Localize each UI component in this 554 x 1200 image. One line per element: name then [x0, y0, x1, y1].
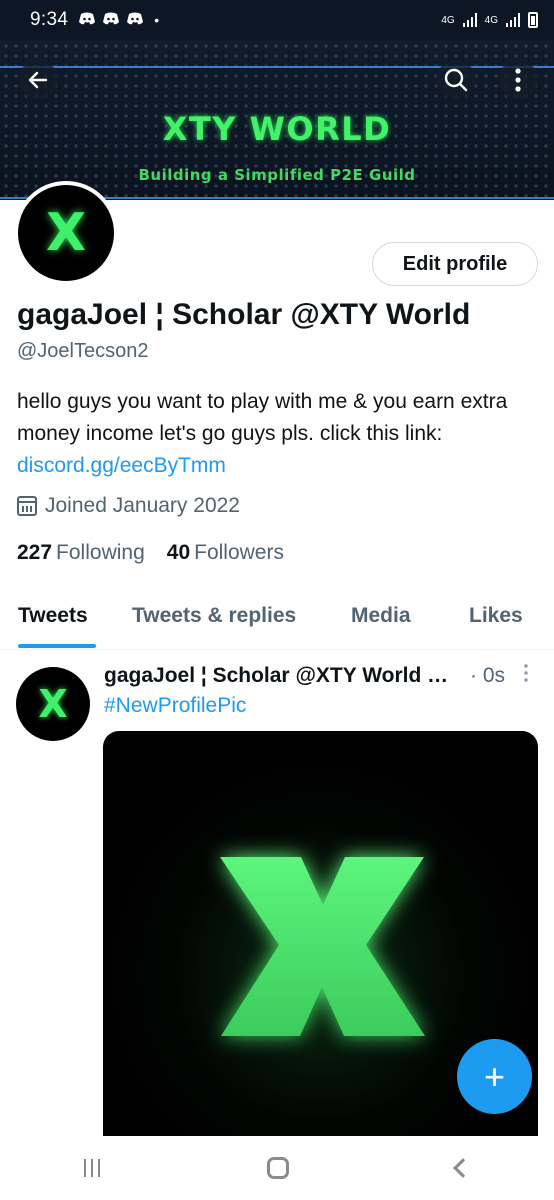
status-bar: 9:34 • 4G 4G: [0, 0, 554, 40]
home-icon[interactable]: [266, 1157, 289, 1179]
signal-icon: [506, 13, 520, 27]
avatar-letter: X: [45, 203, 87, 263]
back-arrow-icon: [28, 71, 48, 89]
tab-media[interactable]: Media: [351, 604, 411, 628]
followers-link[interactable]: 40 Followers: [167, 541, 284, 565]
notification-dot: •: [154, 12, 160, 28]
following-link[interactable]: 227 Following: [17, 541, 145, 565]
profile-avatar[interactable]: X: [14, 181, 118, 285]
joined-date: Joined January 2022: [17, 494, 240, 518]
followers-count: 40: [166, 541, 191, 564]
calendar-icon: [17, 496, 37, 516]
notification-icons: [78, 12, 144, 29]
edit-profile-button[interactable]: Edit profile: [372, 242, 538, 286]
joined-text: Joined January 2022: [45, 494, 240, 517]
tab-tweets-replies[interactable]: Tweets & replies: [132, 604, 296, 628]
username-handle: @JoelTecson2: [17, 340, 149, 362]
tweet-more-button[interactable]: [520, 664, 532, 682]
discord-icon: [102, 12, 120, 29]
search-button[interactable]: [436, 60, 476, 100]
tweet-avatar[interactable]: X: [16, 667, 90, 741]
profile-banner[interactable]: XTY WORLD Building a Simplified P2E Guil…: [0, 40, 554, 200]
more-options-button[interactable]: [498, 60, 538, 100]
network-label: 4G: [484, 14, 498, 26]
plus-icon: +: [483, 1055, 506, 1097]
profile-screen: 9:34 • 4G 4G XTY WORLD Building a Simpli…: [0, 0, 554, 1200]
tweet-author[interactable]: gagaJoel ¦ Scholar @XTY World …: [104, 664, 448, 688]
network-label: 4G: [441, 14, 455, 26]
avatar-letter: X: [38, 682, 68, 726]
recents-icon[interactable]: [83, 1159, 100, 1177]
display-name: gagaJoel ¦ Scholar @XTY World: [17, 298, 471, 331]
profile-tabs: Tweets Tweets & replies Media Likes: [0, 592, 554, 650]
battery-icon: [528, 12, 538, 28]
more-vertical-icon: [524, 664, 528, 682]
active-tab-indicator: [18, 644, 96, 648]
signal-icon: [462, 13, 477, 27]
discord-icon: [126, 12, 144, 29]
back-button[interactable]: [18, 60, 58, 100]
following-count: 227: [17, 541, 53, 564]
banner-subtitle: Building a Simplified P2E Guild: [138, 166, 416, 184]
tab-likes[interactable]: Likes: [469, 604, 523, 628]
bio-link[interactable]: discord.gg/eecByTmm: [17, 454, 226, 477]
followers-label: Followers: [194, 541, 284, 564]
more-vertical-icon: [515, 68, 521, 92]
bio-text: hello guys you want to play with me & yo…: [17, 390, 508, 445]
follow-stats: 227 Following 40 Followers: [17, 541, 284, 565]
tab-tweets[interactable]: Tweets: [18, 604, 88, 628]
tweet-time: · 0s: [470, 664, 506, 687]
status-time: 9:34: [30, 9, 69, 30]
following-label: Following: [56, 541, 145, 564]
status-right: 4G 4G: [441, 12, 538, 28]
discord-icon: [78, 12, 96, 29]
back-nav-icon[interactable]: [453, 1158, 474, 1178]
tweet-hashtag[interactable]: #NewProfilePic: [104, 694, 246, 718]
system-nav-bar: [0, 1136, 554, 1200]
search-icon: [444, 68, 468, 92]
banner-title: XTY WORLD: [162, 110, 392, 148]
profile-bio: hello guys you want to play with me & yo…: [17, 386, 537, 482]
compose-tweet-button[interactable]: +: [457, 1039, 532, 1114]
